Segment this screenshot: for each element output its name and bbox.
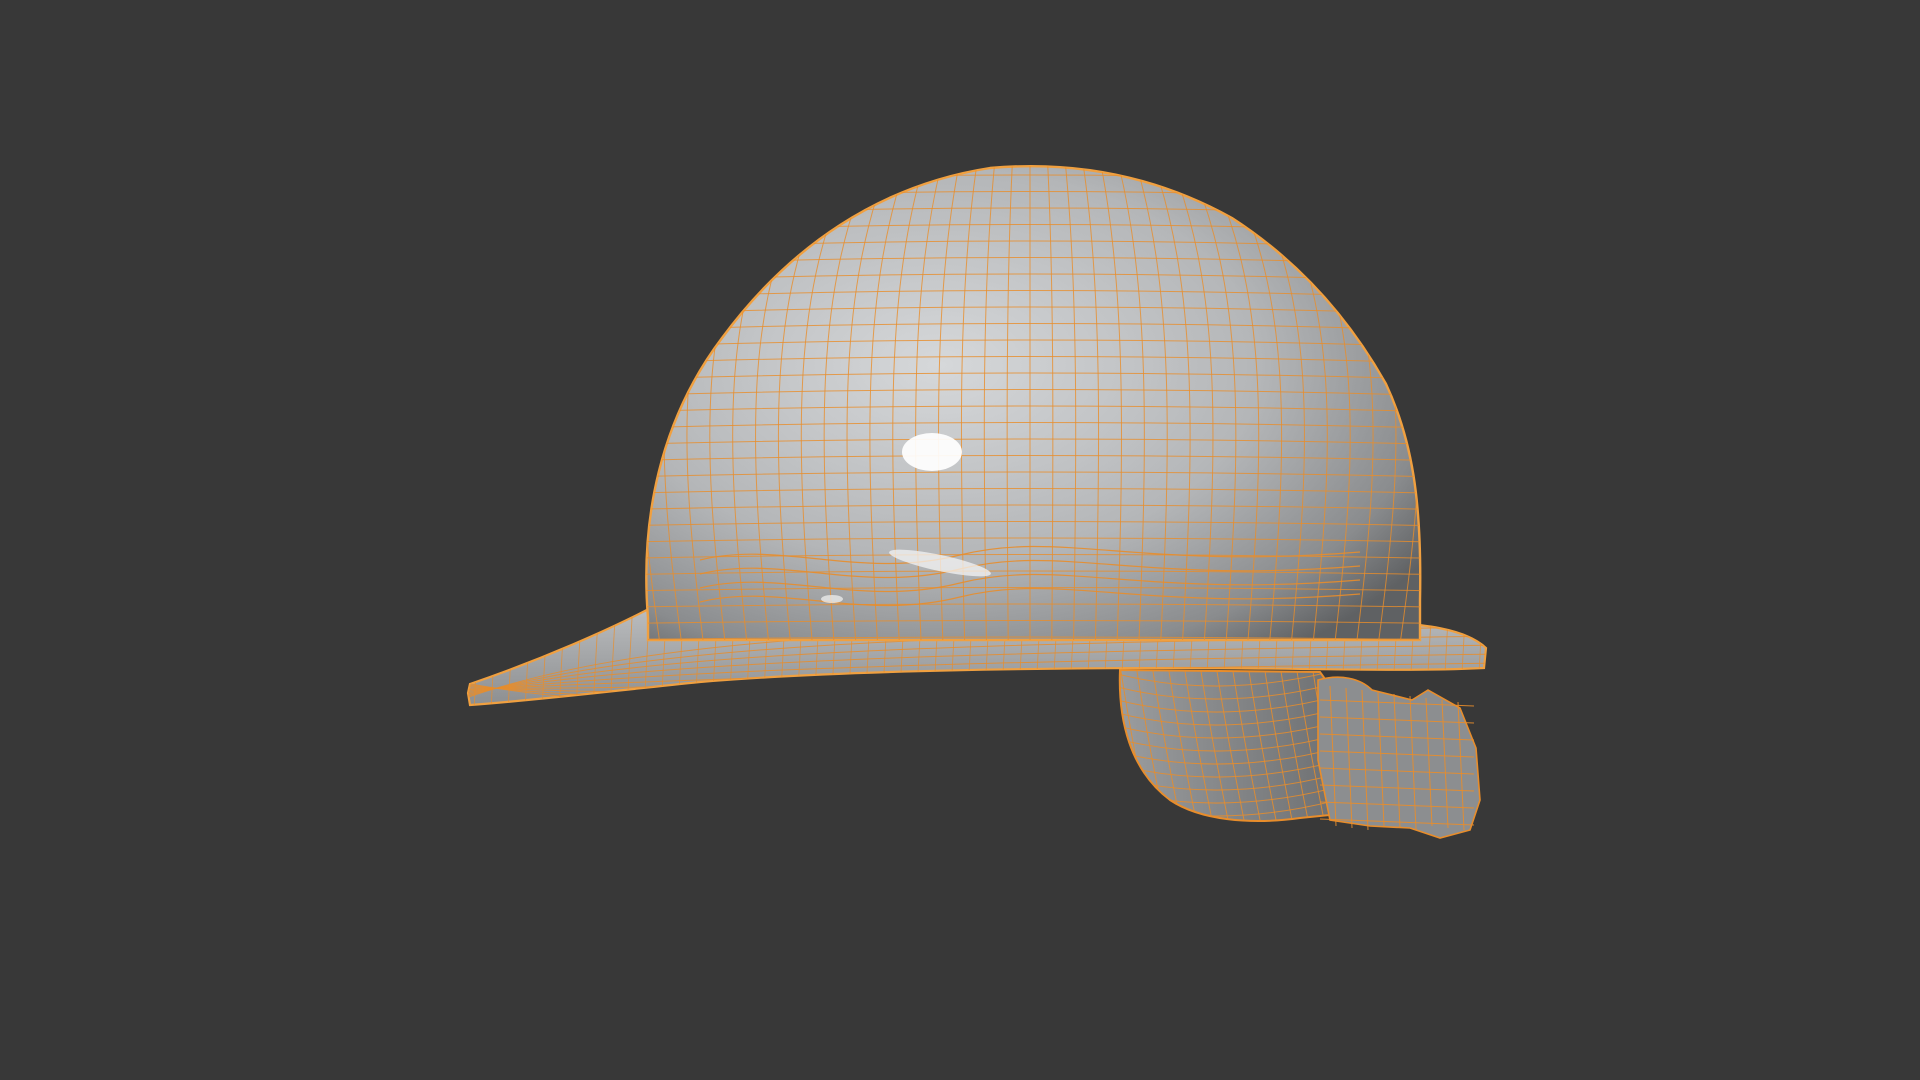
helmet-model[interactable]	[460, 158, 1533, 839]
specular-reflection-small	[821, 595, 843, 603]
viewport-canvas[interactable]	[0, 0, 1920, 1080]
helmet-strap[interactable]	[1110, 665, 1481, 839]
3d-viewport[interactable]	[0, 0, 1920, 1080]
helmet-shell[interactable]	[527, 158, 1533, 642]
wire-edge	[646, 166, 648, 640]
wire-edge	[1412, 166, 1421, 640]
specular-highlight	[902, 433, 962, 471]
